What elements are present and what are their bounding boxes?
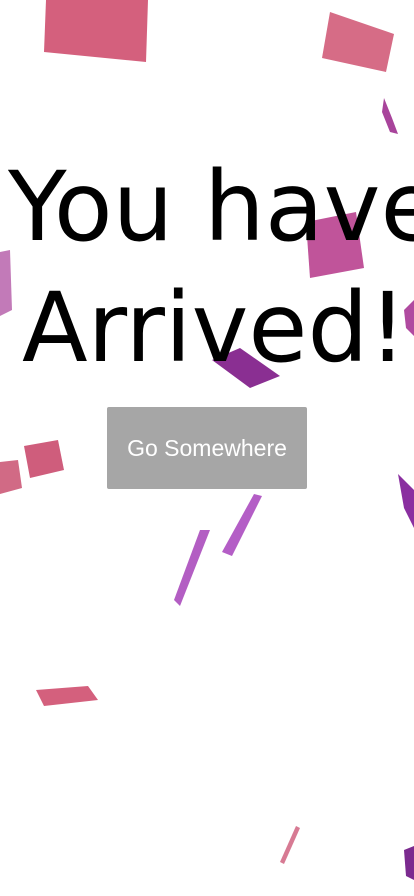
confetti-piece: [280, 826, 300, 864]
confetti-piece: [0, 460, 22, 494]
confetti-piece: [44, 0, 148, 62]
confetti-piece: [322, 12, 394, 72]
headline-line-2: Arrived!: [22, 272, 407, 384]
celebration-screen: You have Arrived! Go Somewhere: [0, 0, 414, 896]
confetti-piece: [174, 530, 210, 606]
confetti-piece: [398, 474, 414, 528]
confetti-piece: [36, 686, 98, 706]
confetti-piece: [382, 98, 398, 134]
headline-line-1: You have: [8, 151, 414, 263]
go-somewhere-button[interactable]: Go Somewhere: [107, 407, 307, 489]
arrival-headline: You have Arrived!: [8, 147, 414, 389]
confetti-piece: [222, 494, 262, 556]
confetti-piece: [404, 846, 414, 880]
confetti-piece: [24, 440, 64, 478]
